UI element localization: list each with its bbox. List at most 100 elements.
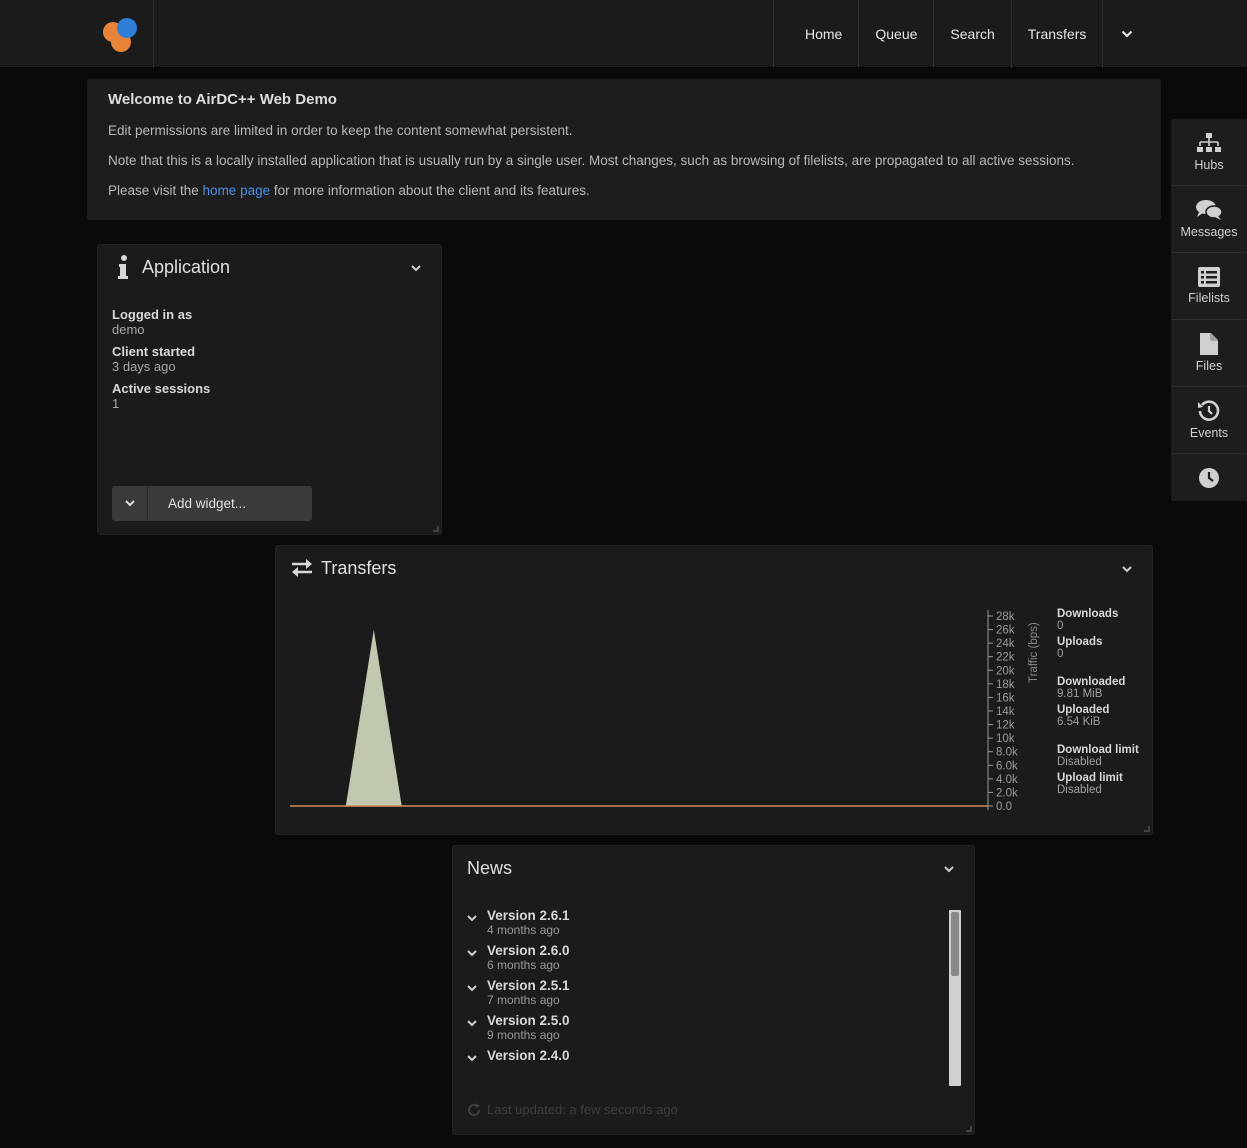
news-last-updated: Last updated: a few seconds ago <box>467 1102 678 1117</box>
application-info: Logged in as demo Client started 3 days … <box>98 289 441 411</box>
logged-in-value: demo <box>112 322 145 337</box>
side-item-filelists[interactable]: Filelists <box>1171 253 1247 320</box>
stat-value: 6.54 KiB <box>1057 716 1101 728</box>
active-sessions-label: Active sessions <box>112 381 211 396</box>
news-item[interactable]: Version 2.4.0 <box>467 1048 947 1067</box>
exchange-icon <box>292 559 312 577</box>
news-widget: News Version 2.6.1 4 months ago Version 2… <box>452 845 975 1135</box>
chevron-down-icon <box>467 950 477 957</box>
news-scrollbar[interactable] <box>949 910 961 1086</box>
logged-in-label: Logged in as <box>112 307 193 322</box>
stat-label: Download limit <box>1057 744 1139 756</box>
y-axis-label: Traffic (bps) <box>1028 622 1040 683</box>
news-item-title: Version 2.6.0 <box>487 943 570 958</box>
add-widget-button[interactable]: Add widget... <box>112 486 312 521</box>
sitemap-icon <box>1197 133 1221 152</box>
side-item-files[interactable]: Files <box>1171 320 1247 387</box>
news-item[interactable]: Version 2.6.1 4 months ago <box>467 908 947 937</box>
history-icon <box>1198 400 1220 421</box>
y-tick-label: 22k <box>996 652 1015 664</box>
info-icon <box>118 255 128 279</box>
y-tick-label: 16k <box>996 692 1015 704</box>
side-menu: Hubs Messages Filelists Files Events <box>1171 119 1247 501</box>
welcome-message: Welcome to AirDC++ Web Demo Edit permiss… <box>87 79 1161 220</box>
widget-menu-button[interactable] <box>944 860 954 878</box>
side-item-events[interactable]: Events <box>1171 387 1247 454</box>
news-item[interactable]: Version 2.5.1 7 months ago <box>467 978 947 1007</box>
y-tick-label: 28k <box>996 611 1015 623</box>
welcome-title: Welcome to AirDC++ Web Demo <box>108 91 337 108</box>
chevron-down-icon <box>944 866 954 873</box>
widget-header[interactable]: Application <box>98 245 441 289</box>
add-widget-label: Add widget... <box>168 496 247 511</box>
resize-handle[interactable] <box>433 526 439 532</box>
news-list: Version 2.6.1 4 months ago Version 2.6.0 6… <box>467 908 947 1086</box>
y-tick-label: 14k <box>996 706 1015 718</box>
chevron-down-icon <box>467 985 477 992</box>
app-root: { "nav": { "items": ["Home", "Queue", "S… <box>0 0 1247 1148</box>
news-item-title: Version 2.5.1 <box>487 978 570 993</box>
stat-value: 0 <box>1057 648 1064 660</box>
y-tick-label: 0.0 <box>996 801 1012 813</box>
side-item-messages[interactable]: Messages <box>1171 186 1247 253</box>
side-item-label: Filelists <box>1188 291 1230 305</box>
widget-header[interactable]: Transfers <box>276 546 1152 590</box>
logo-cell[interactable] <box>87 0 154 68</box>
file-icon <box>1200 333 1218 355</box>
news-item[interactable]: Version 2.5.0 9 months ago <box>467 1013 947 1042</box>
refresh-icon[interactable] <box>467 1102 481 1117</box>
news-item[interactable]: Version 2.6.0 6 months ago <box>467 943 947 972</box>
client-started-label: Client started <box>112 344 196 359</box>
widget-header[interactable]: News <box>453 846 974 890</box>
welcome-line-3: Please visit the home page for more info… <box>108 182 1140 200</box>
chevron-down-icon <box>467 1055 477 1062</box>
welcome-line-3-post: for more information about the client an… <box>270 183 590 198</box>
resize-handle[interactable] <box>966 1126 972 1132</box>
news-scrollbar-thumb[interactable] <box>951 912 959 976</box>
side-item-hubs[interactable]: Hubs <box>1171 119 1247 186</box>
news-item-date: 6 months ago <box>487 958 560 972</box>
side-item-history[interactable] <box>1171 454 1247 501</box>
stat-downloaded: Downloaded 9.81 MiB <box>1057 676 1152 700</box>
widget-menu-button[interactable] <box>1122 560 1132 578</box>
home-page-link[interactable]: home page <box>203 183 271 198</box>
main-nav: Home Queue Search Transfers <box>773 0 1150 68</box>
stat-uploads: Uploads 0 <box>1057 636 1152 660</box>
chevron-down-icon <box>467 1020 477 1027</box>
widget-title: Application <box>142 256 231 277</box>
application-widget: Application Logged in as demo Client sta… <box>97 244 442 535</box>
nav-search[interactable]: Search <box>934 0 1012 68</box>
nav-queue[interactable]: Queue <box>859 0 935 68</box>
welcome-line-3-pre: Please visit the <box>108 183 203 198</box>
news-item-date: 9 months ago <box>487 1028 560 1042</box>
y-tick-label: 26k <box>996 625 1015 637</box>
chevron-down-icon <box>1121 30 1133 38</box>
stat-uploaded: Uploaded 6.54 KiB <box>1057 704 1152 728</box>
nav-transfers[interactable]: Transfers <box>1012 0 1104 68</box>
stat-value: 9.81 MiB <box>1057 688 1103 700</box>
news-footer-text: Last updated: a few seconds ago <box>487 1102 678 1117</box>
y-tick-label: 20k <box>996 665 1015 677</box>
y-tick-label: 18k <box>996 679 1015 691</box>
stat-upload-limit: Upload limit Disabled <box>1057 772 1152 796</box>
stat-value: Disabled <box>1057 784 1102 796</box>
news-item-date: 7 months ago <box>487 993 560 1007</box>
chevron-down-icon <box>124 500 135 507</box>
series-download-area <box>290 629 988 806</box>
nav-more-button[interactable] <box>1103 0 1150 68</box>
news-item-title: Version 2.4.0 <box>487 1048 570 1063</box>
transfer-stats: Downloads 0 Uploads 0 Downloaded 9.81 Mi… <box>1057 608 1152 796</box>
comments-icon <box>1196 200 1223 220</box>
list-icon <box>1198 267 1220 287</box>
welcome-line-1: Edit permissions are limited in order to… <box>108 123 573 138</box>
y-tick-label: 4.0k <box>996 774 1018 786</box>
nav-home[interactable]: Home <box>774 0 860 68</box>
airdcpp-logo-icon <box>103 18 137 52</box>
resize-handle[interactable] <box>1144 826 1150 832</box>
y-tick-label: 24k <box>996 638 1015 650</box>
widget-title: News <box>467 857 513 878</box>
clock-icon <box>1199 467 1219 488</box>
add-widget-dropdown[interactable] <box>112 486 148 521</box>
widget-menu-button[interactable] <box>411 259 421 277</box>
stat-downloads: Downloads 0 <box>1057 608 1152 632</box>
